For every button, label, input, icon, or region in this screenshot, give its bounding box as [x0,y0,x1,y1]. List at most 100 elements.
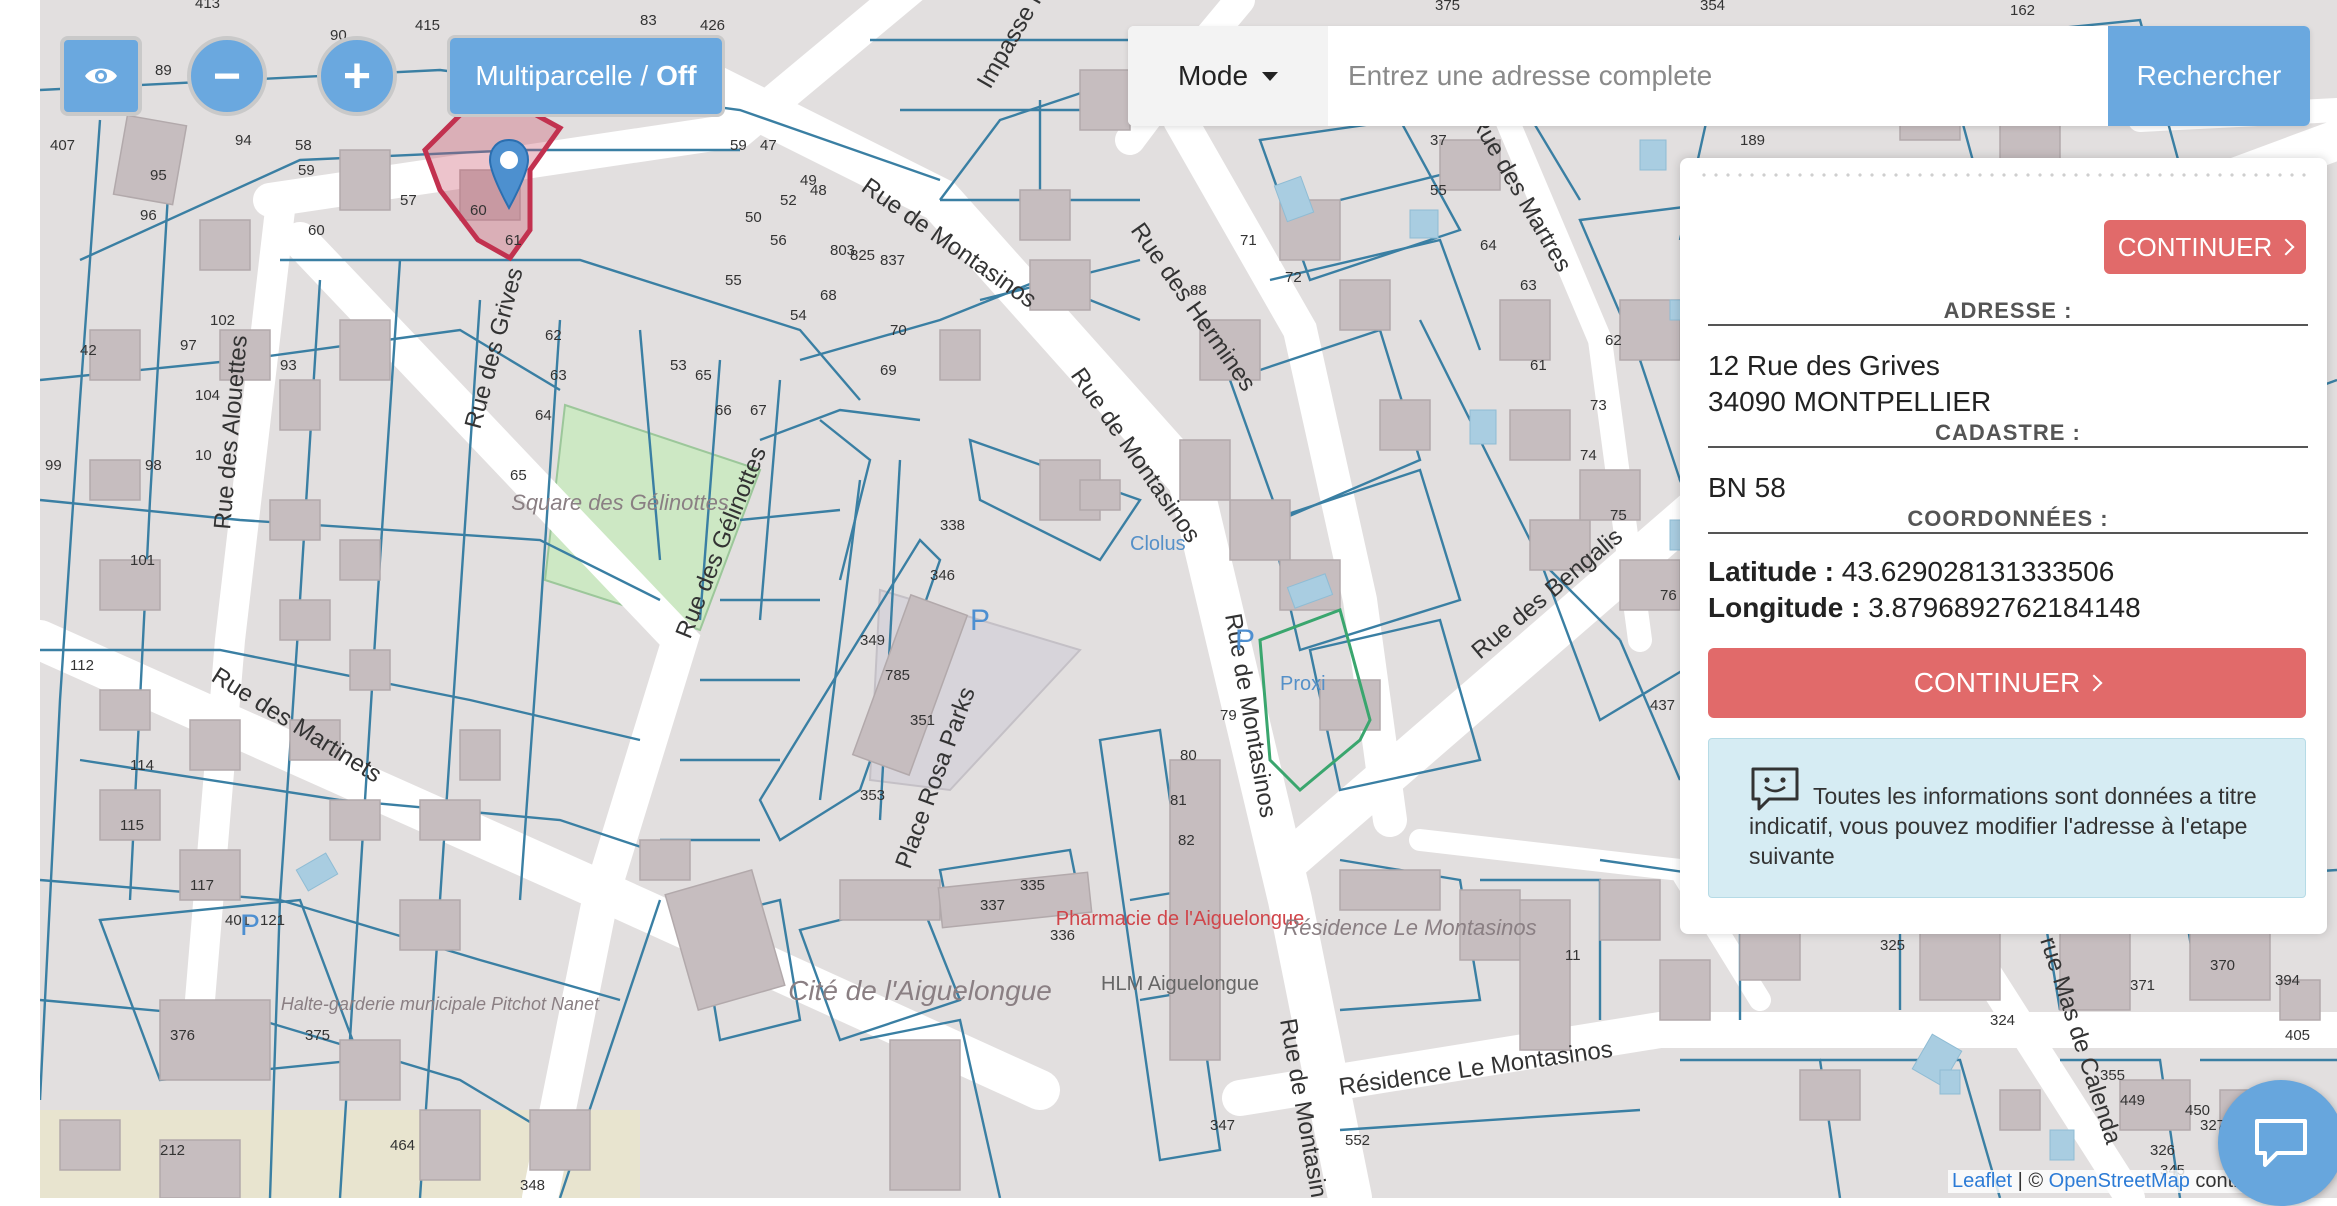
parcel-number: 67 [750,402,767,419]
parcel-number: 68 [820,287,837,304]
parcel-number: 42 [80,342,97,359]
place-label: Square des Gélinottes [511,490,729,515]
continue-top-label: CONTINUER [2117,231,2273,262]
parcel-number: 351 [910,712,935,729]
parcel-number: 62 [545,327,562,344]
chat-icon [2255,1119,2307,1167]
divider [1708,446,2308,448]
place-label: Pharmacie de l'Aiguelongue [1056,908,1304,930]
cadastre-title: CADASTRE : [1935,420,2081,445]
parcel-number: 63 [1520,277,1537,294]
parcel-number: 10 [195,447,212,464]
plus-icon: + [342,49,372,103]
parcel-number: 61 [505,232,522,249]
zoom-in-button[interactable]: + [317,36,397,116]
continue-main-button[interactable]: CONTINUER [1708,648,2306,718]
parcel-number: 58 [295,137,312,154]
chevron-right-icon [2277,238,2295,256]
multiparcelle-toggle-button[interactable]: Multiparcelle / Off [447,35,725,117]
minus-icon: − [212,49,242,103]
parcel-number: 394 [2275,972,2300,989]
parcel-number: 69 [880,362,897,379]
parcel-number: 353 [860,787,885,804]
parcel-number: 59 [730,137,747,154]
parcel-number: 115 [120,817,144,834]
parcel-number: 79 [1220,707,1237,724]
parcel-number: 104 [195,387,220,404]
parcel-number: 56 [770,232,787,249]
visibility-toggle-button[interactable] [60,36,142,116]
osm-link[interactable]: OpenStreetMap [2049,1170,2190,1192]
place-label: Halte-garderie municipale Pitchot Nanet [281,994,600,1014]
parcel-number: 102 [210,312,235,329]
parcel-number: 413 [195,0,220,12]
parcel-number: 338 [940,517,965,534]
latitude-value: 43.629028131333506 [1841,556,2115,587]
address-search-input[interactable] [1328,26,2108,126]
chat-button[interactable] [2218,1080,2337,1206]
parcel-number: 37 [1430,132,1447,149]
parcel-number: 212 [160,1142,185,1159]
parcel-number: 189 [1740,132,1765,149]
continue-top-button[interactable]: CONTINUER [2104,220,2306,274]
parcel-number: 81 [1170,792,1187,809]
parcel-number: 93 [280,357,297,374]
cadastre-value: BN 58 [1708,472,1786,503]
parcel-number: 375 [305,1027,330,1044]
multiparcelle-state: Off [656,60,697,91]
parcel-number: 88 [1190,282,1207,299]
zoom-out-button[interactable]: − [187,36,267,116]
parcel-number: 347 [1210,1117,1235,1134]
parcel-number: 325 [1880,937,1905,954]
parcel-number: 101 [130,552,155,569]
parcel-number: 65 [510,467,527,484]
parcel-number: 80 [1180,747,1197,764]
parcel-number: 94 [235,132,252,149]
parcel-number: 99 [45,457,62,474]
address-search-bar: Mode Rechercher [1128,26,2310,126]
parcel-number: 121 [260,912,285,929]
parcel-number: 63 [550,367,567,384]
parcel-number: 75 [1610,507,1627,524]
parcel-number: 96 [140,207,157,224]
parcel-number: 64 [1480,237,1497,254]
place-label: Proxi [1280,673,1326,695]
parcel-number: 53 [670,357,687,374]
search-button[interactable]: Rechercher [2108,26,2310,126]
parcel-number: 60 [308,222,325,239]
attribution-separator: | © [2012,1170,2049,1192]
parcel-number: 76 [1660,587,1677,604]
parcel-number: 336 [1050,927,1075,944]
parcel-number: 66 [715,402,732,419]
place-label: Cité de l'Aiguelongue [788,975,1052,1006]
longitude-label: Longitude : [1708,592,1861,623]
parcel-number: 49 [800,172,817,189]
parcel-number: 349 [860,632,885,649]
parcel-number: 376 [170,1027,195,1044]
place-label: HLM Aiguelongue [1101,973,1259,995]
parcel-number: 426 [700,17,725,34]
parcel-number: 837 [880,252,905,269]
continue-main-label: CONTINUER [1913,667,2081,698]
parcel-number: 73 [1590,397,1607,414]
parcel-number: 98 [145,457,162,474]
parcel-number: 89 [155,62,172,79]
place-label: Résidence Le Montasinos [1283,915,1536,940]
parcel-number: 354 [1700,0,1725,14]
parcel-number: 162 [2010,2,2035,19]
parcel-number: 71 [1240,232,1257,249]
coords-title: COORDONNÉES : [1907,506,2109,531]
leaflet-link[interactable]: Leaflet [1952,1170,2012,1192]
mode-dropdown-button[interactable]: Mode [1128,26,1328,126]
parcel-number: 326 [2150,1142,2175,1159]
drag-handle[interactable] [1698,170,2309,180]
parcel-number: 355 [2100,1067,2125,1084]
parcel-number: 825 [850,247,875,264]
latitude-row: Latitude : 43.629028131333506 [1708,556,2114,588]
place-label: Clolus [1130,533,1186,555]
parcel-number: 61 [1530,357,1547,374]
parcel-number: 60 [470,202,487,219]
parcel-number: 405 [2285,1027,2310,1044]
parcel-number: 375 [1435,0,1460,14]
parcel-number: 552 [1345,1132,1370,1149]
